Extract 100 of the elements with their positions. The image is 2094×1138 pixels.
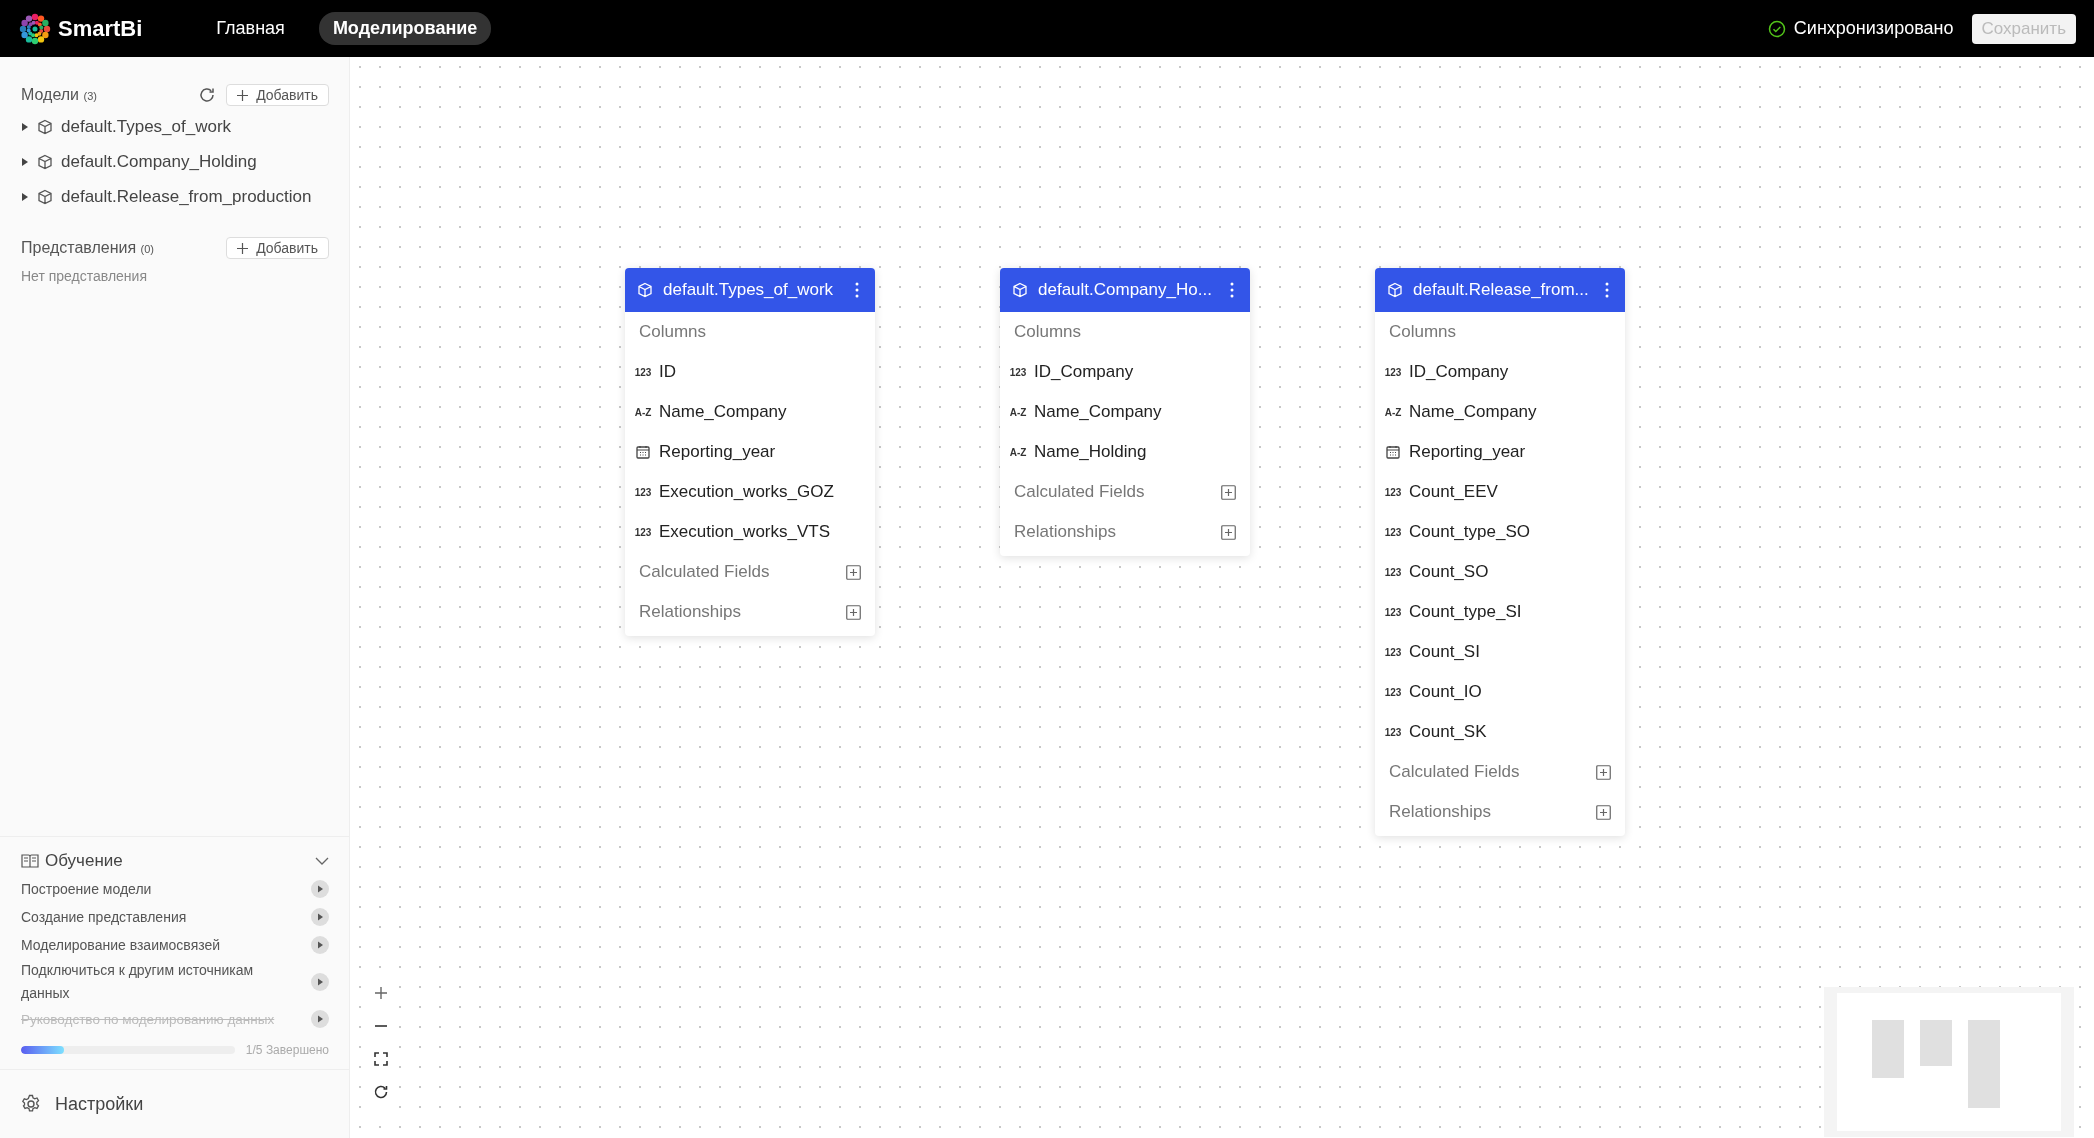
settings-link[interactable]: Настройки bbox=[0, 1069, 349, 1138]
add-icon[interactable] bbox=[1596, 804, 1611, 820]
play-icon[interactable] bbox=[311, 1010, 329, 1028]
add-icon[interactable] bbox=[1221, 484, 1236, 500]
number-type-label: 123 bbox=[1385, 606, 1401, 618]
add-button[interactable]: Добавить bbox=[226, 237, 329, 259]
book-icon bbox=[21, 854, 39, 868]
tutorial-link[interactable]: Подключиться к другим источникам данных bbox=[21, 959, 301, 1005]
zoom-in-icon[interactable] bbox=[373, 985, 389, 1001]
column-name: Count_SI bbox=[1409, 642, 1480, 662]
column-name: ID_Company bbox=[1034, 362, 1134, 382]
column-name: Name_Holding bbox=[1034, 442, 1147, 462]
section-label: Calculated Fields bbox=[639, 562, 770, 582]
text-type-label: A-Z bbox=[635, 406, 651, 418]
column-name: Count_type_SO bbox=[1409, 522, 1530, 542]
cube-icon bbox=[37, 153, 53, 170]
check-circle-icon bbox=[1767, 19, 1786, 38]
tutorial-link[interactable]: Моделирование взаимосвязей bbox=[21, 933, 221, 957]
cube-icon bbox=[37, 118, 53, 135]
add-icon[interactable] bbox=[1596, 764, 1611, 780]
section-title: Модели (3) bbox=[21, 86, 97, 104]
column-name: Count_EEV bbox=[1409, 482, 1498, 502]
cube-icon bbox=[637, 282, 653, 298]
column-name: Name_Company bbox=[1034, 402, 1162, 422]
section-label: Relationships bbox=[1014, 522, 1117, 542]
number-type-label: 123 bbox=[635, 486, 651, 498]
model-list-item[interactable]: default.Release_from_production bbox=[21, 179, 329, 214]
empty-text: Нет представления bbox=[21, 268, 148, 284]
number-type-label: 123 bbox=[1385, 366, 1401, 378]
section-label: Relationships bbox=[639, 602, 742, 622]
add-icon[interactable] bbox=[846, 604, 861, 620]
number-type-label: 123 bbox=[1385, 686, 1401, 698]
cube-icon bbox=[37, 188, 53, 205]
column-name: Count_type_SI bbox=[1409, 602, 1522, 622]
number-type-label: 123 bbox=[1385, 486, 1401, 498]
more-icon[interactable] bbox=[1605, 282, 1609, 298]
logo-text: SmartBi bbox=[58, 15, 143, 42]
model-card[interactable] bbox=[1375, 268, 1625, 836]
number-type-label: 123 bbox=[635, 366, 651, 378]
section-label: Columns bbox=[638, 321, 708, 343]
column-name: Count_SK bbox=[1409, 722, 1487, 742]
add-button[interactable]: Добавить bbox=[226, 84, 329, 106]
settings-icon bbox=[21, 1094, 41, 1114]
section-label: Calculated Fields bbox=[1014, 482, 1145, 502]
section-label: Relationships bbox=[1389, 802, 1492, 822]
text-type-label: A-Z bbox=[1010, 406, 1026, 418]
sync-status: Синхронизировано bbox=[1793, 18, 1954, 39]
model-list-item[interactable]: default.Types_of_work bbox=[21, 109, 329, 144]
plus-icon bbox=[237, 242, 249, 254]
calendar-icon bbox=[1385, 445, 1401, 459]
model-card[interactable]: default.Company_Ho... Columns 123 ID_Company A-Z Name_Company A-Z Name_Holding Calculated Fields Relationships bbox=[1000, 268, 1250, 556]
nav-tab[interactable]: Главная bbox=[202, 12, 299, 45]
add-icon[interactable] bbox=[846, 564, 861, 580]
cube-icon bbox=[1012, 282, 1028, 298]
refresh-icon[interactable] bbox=[373, 1084, 389, 1100]
calendar-icon bbox=[635, 445, 651, 459]
section-label: Calculated Fields bbox=[1389, 762, 1520, 782]
fit-view-icon[interactable] bbox=[373, 1051, 389, 1067]
number-type-label: 123 bbox=[1385, 526, 1401, 538]
progress-text: 1/5 Завершено bbox=[245, 1043, 329, 1057]
section-title: Обучение bbox=[45, 851, 123, 871]
column-name: ID bbox=[659, 362, 676, 382]
add-icon[interactable] bbox=[1221, 524, 1236, 540]
plus-icon bbox=[237, 89, 249, 101]
play-icon[interactable] bbox=[311, 908, 329, 926]
column-name: Execution_works_VTS bbox=[659, 522, 831, 542]
column-name: Count_SO bbox=[1409, 562, 1489, 582]
chevron-icon[interactable] bbox=[315, 857, 329, 865]
model-list-item[interactable]: default.Company_Holding bbox=[21, 144, 329, 179]
cube-icon bbox=[1387, 282, 1403, 298]
nav-tab[interactable]: Моделирование bbox=[318, 12, 492, 45]
card-title: default.Company_Ho... bbox=[1038, 280, 1213, 300]
number-type-label: 123 bbox=[1385, 566, 1401, 578]
section-label: Columns bbox=[1388, 321, 1458, 343]
column-name: Count_IO bbox=[1409, 682, 1482, 702]
refresh-icon[interactable] bbox=[198, 86, 217, 104]
model-card[interactable]: default.Types_of_work Columns 123 ID A-Z Name_Company Reporting_year 123 Execution_works_GOZ 123 Execution_works_VTS Calculated Fields Relationships bbox=[625, 268, 875, 636]
number-type-label: 123 bbox=[1385, 726, 1401, 738]
column-name: Name_Company bbox=[659, 402, 787, 422]
play-icon[interactable] bbox=[311, 880, 329, 898]
card-title: default.Types_of_work bbox=[663, 280, 835, 300]
section-label: Columns bbox=[1013, 321, 1083, 343]
text-type-label: A-Z bbox=[1385, 406, 1401, 418]
section-title: Представления (0) bbox=[21, 239, 155, 257]
text-type-label: A-Z bbox=[1010, 446, 1026, 458]
card-title: default.Release_from... bbox=[1413, 280, 1590, 300]
more-icon[interactable] bbox=[855, 282, 859, 298]
column-name: ID_Company bbox=[1409, 362, 1509, 382]
number-type-label: 123 bbox=[635, 526, 651, 538]
tutorial-link[interactable]: Построение модели bbox=[21, 877, 152, 901]
play-icon[interactable] bbox=[311, 973, 329, 991]
column-name: Reporting_year bbox=[659, 442, 776, 462]
logo-icon bbox=[18, 11, 52, 46]
number-type-label: 123 bbox=[1385, 646, 1401, 658]
more-icon[interactable] bbox=[1230, 282, 1234, 298]
column-name: Reporting_year bbox=[1409, 442, 1526, 462]
tutorial-link[interactable]: Создание представления bbox=[21, 905, 187, 929]
column-name: Execution_works_GOZ bbox=[659, 482, 834, 502]
play-icon[interactable] bbox=[311, 936, 329, 954]
column-name: Name_Company bbox=[1409, 402, 1537, 422]
